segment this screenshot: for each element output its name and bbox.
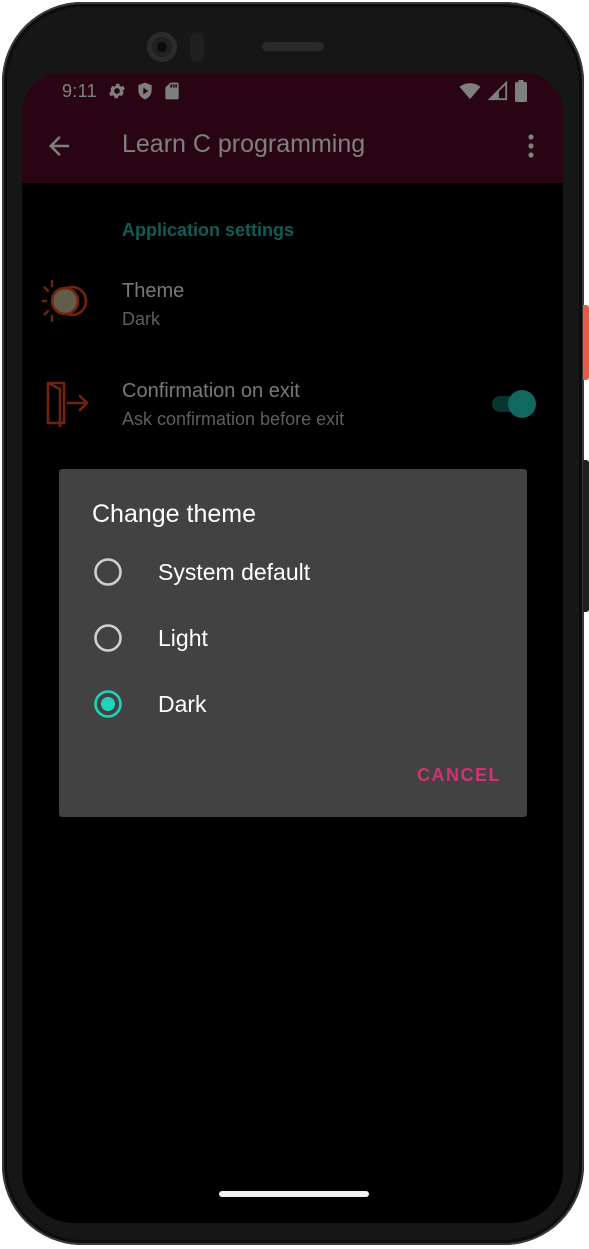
- radio-unchecked-icon[interactable]: [93, 623, 123, 653]
- change-theme-dialog: Change theme System default Light Dark C…: [59, 469, 527, 817]
- radio-checked-icon[interactable]: [93, 689, 123, 719]
- power-button: [583, 305, 589, 380]
- earpiece-speaker: [262, 42, 324, 51]
- screen: 9:11: [22, 73, 563, 1223]
- radio-unchecked-icon[interactable]: [93, 557, 123, 587]
- option-label: Light: [158, 625, 208, 651]
- option-label: System default: [158, 559, 311, 585]
- front-camera: [147, 32, 177, 62]
- cancel-button[interactable]: CANCEL: [417, 765, 501, 786]
- option-dark[interactable]: Dark: [59, 671, 527, 737]
- volume-button: [583, 460, 589, 612]
- home-indicator[interactable]: [219, 1191, 369, 1197]
- option-label: Dark: [158, 691, 207, 717]
- dialog-title: Change theme: [92, 500, 257, 528]
- option-light[interactable]: Light: [59, 605, 527, 671]
- proximity-sensor: [190, 32, 204, 62]
- option-system-default[interactable]: System default: [59, 539, 527, 605]
